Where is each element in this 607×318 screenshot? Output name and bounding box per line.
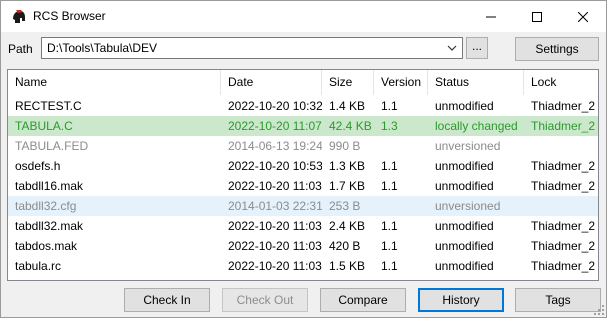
cell-name: osdefs.h — [15, 159, 61, 173]
cell-date: 2014-06-13 19:24 — [228, 139, 322, 153]
cell-version: 1.1 — [381, 219, 398, 233]
column-header-lock[interactable]: Lock — [524, 70, 598, 95]
cell-version: 1.1 — [381, 259, 398, 273]
cell-date: 2022-10-20 10:53 — [228, 159, 322, 173]
column-header-version[interactable]: Version — [374, 70, 428, 95]
table-row[interactable]: tabdos.mak 2022-10-20 11:03 420 B 1.1 unmodi… — [8, 236, 598, 256]
rcs-browser-window: RCS Browser Path D:\Tools\Tabula\DEV ...… — [0, 0, 607, 318]
table-row[interactable]: tabdll16.mak 2022-10-20 11:03 1.7 KB 1.1 unm… — [8, 176, 598, 196]
cell-status: locally changed — [435, 119, 518, 133]
cell-status: unmodified — [435, 179, 494, 193]
cell-name: tabula.rc — [15, 259, 62, 273]
cell-date: 2022-10-20 11:07 — [228, 119, 322, 133]
cell-name: RECTEST.C — [15, 99, 82, 113]
cell-version: 1.1 — [381, 239, 398, 253]
column-header-status[interactable]: Status — [428, 70, 524, 95]
column-header-size[interactable]: Size — [322, 70, 374, 95]
cell-version: 1.1 — [381, 159, 398, 173]
cell-size: 1.3 KB — [329, 159, 366, 173]
path-combobox[interactable]: D:\Tools\Tabula\DEV — [41, 37, 463, 59]
cell-lock: Thiadmer_2 — [531, 239, 596, 253]
table-row[interactable]: tabdll32.mak 2022-10-20 11:03 2.4 KB 1.1 unm… — [8, 216, 598, 236]
cell-date: 2022-10-20 11:03 — [228, 259, 322, 273]
close-icon — [578, 11, 588, 22]
table-row[interactable]: RECTEST.C 2022-10-20 10:32 1.4 KB 1.1 unmodi… — [8, 96, 598, 116]
cell-size: 1.7 KB — [329, 179, 366, 193]
compare-button[interactable]: Compare — [320, 288, 406, 312]
cell-version: 1.3 — [381, 119, 398, 133]
cell-version: 1.1 — [381, 99, 398, 113]
list-header: Name Date Size Version Status Lock — [8, 70, 598, 95]
cell-version: 1.1 — [381, 179, 398, 193]
column-header-date[interactable]: Date — [221, 70, 322, 95]
cell-date: 2022-10-20 11:03 — [228, 239, 322, 253]
cell-status: unmodified — [435, 259, 494, 273]
cell-name: TABULA.FED — [15, 139, 89, 153]
cell-lock: Thiadmer_2 — [531, 259, 596, 273]
chevron-down-icon[interactable] — [445, 41, 459, 55]
cell-status: unversioned — [435, 199, 501, 213]
cell-name: tabdll32.mak — [15, 219, 84, 233]
history-button[interactable]: History — [418, 288, 504, 312]
cell-status: unmodified — [435, 239, 494, 253]
cell-name: TABULA.C — [15, 119, 73, 133]
table-row[interactable]: TABULA.C 2022-10-20 11:07 42.4 KB 1.3 locall… — [8, 116, 598, 136]
cell-size: 1.5 KB — [329, 259, 366, 273]
cell-size: 2.4 KB — [329, 219, 366, 233]
path-label: Path — [8, 42, 33, 56]
minimize-button[interactable] — [468, 1, 514, 32]
table-row[interactable]: tabdll32.cfg 2014-01-03 22:31 253 B unversi… — [8, 196, 598, 216]
cell-size: 253 B — [329, 199, 361, 213]
check-in-button[interactable]: Check In — [124, 288, 210, 312]
cell-status: unmodified — [435, 99, 494, 113]
close-button[interactable] — [560, 1, 606, 32]
minimize-icon — [486, 16, 496, 17]
resize-grip-icon[interactable] — [594, 305, 604, 315]
maximize-icon — [532, 11, 542, 22]
maximize-button[interactable] — [514, 1, 560, 32]
title-bar[interactable]: RCS Browser — [1, 1, 606, 32]
cell-date: 2022-10-20 11:03 — [228, 219, 322, 233]
cell-status: unmodified — [435, 159, 494, 173]
cell-lock: Thiadmer_2 — [531, 159, 596, 173]
cell-size: 420 B — [329, 239, 361, 253]
app-helmet-icon — [13, 10, 25, 23]
column-header-name[interactable]: Name — [8, 70, 221, 95]
cell-lock: Thiadmer_2 — [531, 219, 596, 233]
table-row[interactable]: TABULA.FED 2014-06-13 19:24 990 B unversion… — [8, 136, 598, 156]
file-list[interactable]: Name Date Size Version Status Lock RECTE… — [7, 69, 599, 281]
cell-name: tabdll32.cfg — [15, 199, 77, 213]
browse-button[interactable]: ... — [466, 37, 488, 59]
cell-date: 2014-01-03 22:31 — [228, 199, 322, 213]
cell-lock: Thiadmer_2 — [531, 99, 596, 113]
cell-date: 2022-10-20 11:03 — [228, 179, 322, 193]
cell-size: 1.4 KB — [329, 99, 366, 113]
cell-status: unversioned — [435, 139, 501, 153]
path-value: D:\Tools\Tabula\DEV — [47, 41, 158, 55]
cell-name: tabdos.mak — [15, 239, 78, 253]
cell-status: unmodified — [435, 219, 494, 233]
settings-button[interactable]: Settings — [515, 37, 599, 61]
table-row[interactable]: osdefs.h 2022-10-20 10:53 1.3 KB 1.1 unmodif… — [8, 156, 598, 176]
window-title: RCS Browser — [33, 9, 106, 23]
cell-size: 990 B — [329, 139, 361, 153]
cell-lock: Thiadmer_2 — [531, 179, 596, 193]
cell-name: tabdll16.mak — [15, 179, 84, 193]
cell-size: 42.4 KB — [329, 119, 372, 133]
table-row[interactable]: tabula.rc 2022-10-20 11:03 1.5 KB 1.1 unmodi… — [8, 256, 598, 276]
check-out-button[interactable]: Check Out — [222, 288, 308, 312]
tags-button[interactable]: Tags — [515, 288, 601, 312]
cell-lock: Thiadmer_2 — [531, 119, 596, 133]
cell-date: 2022-10-20 10:32 — [228, 99, 322, 113]
